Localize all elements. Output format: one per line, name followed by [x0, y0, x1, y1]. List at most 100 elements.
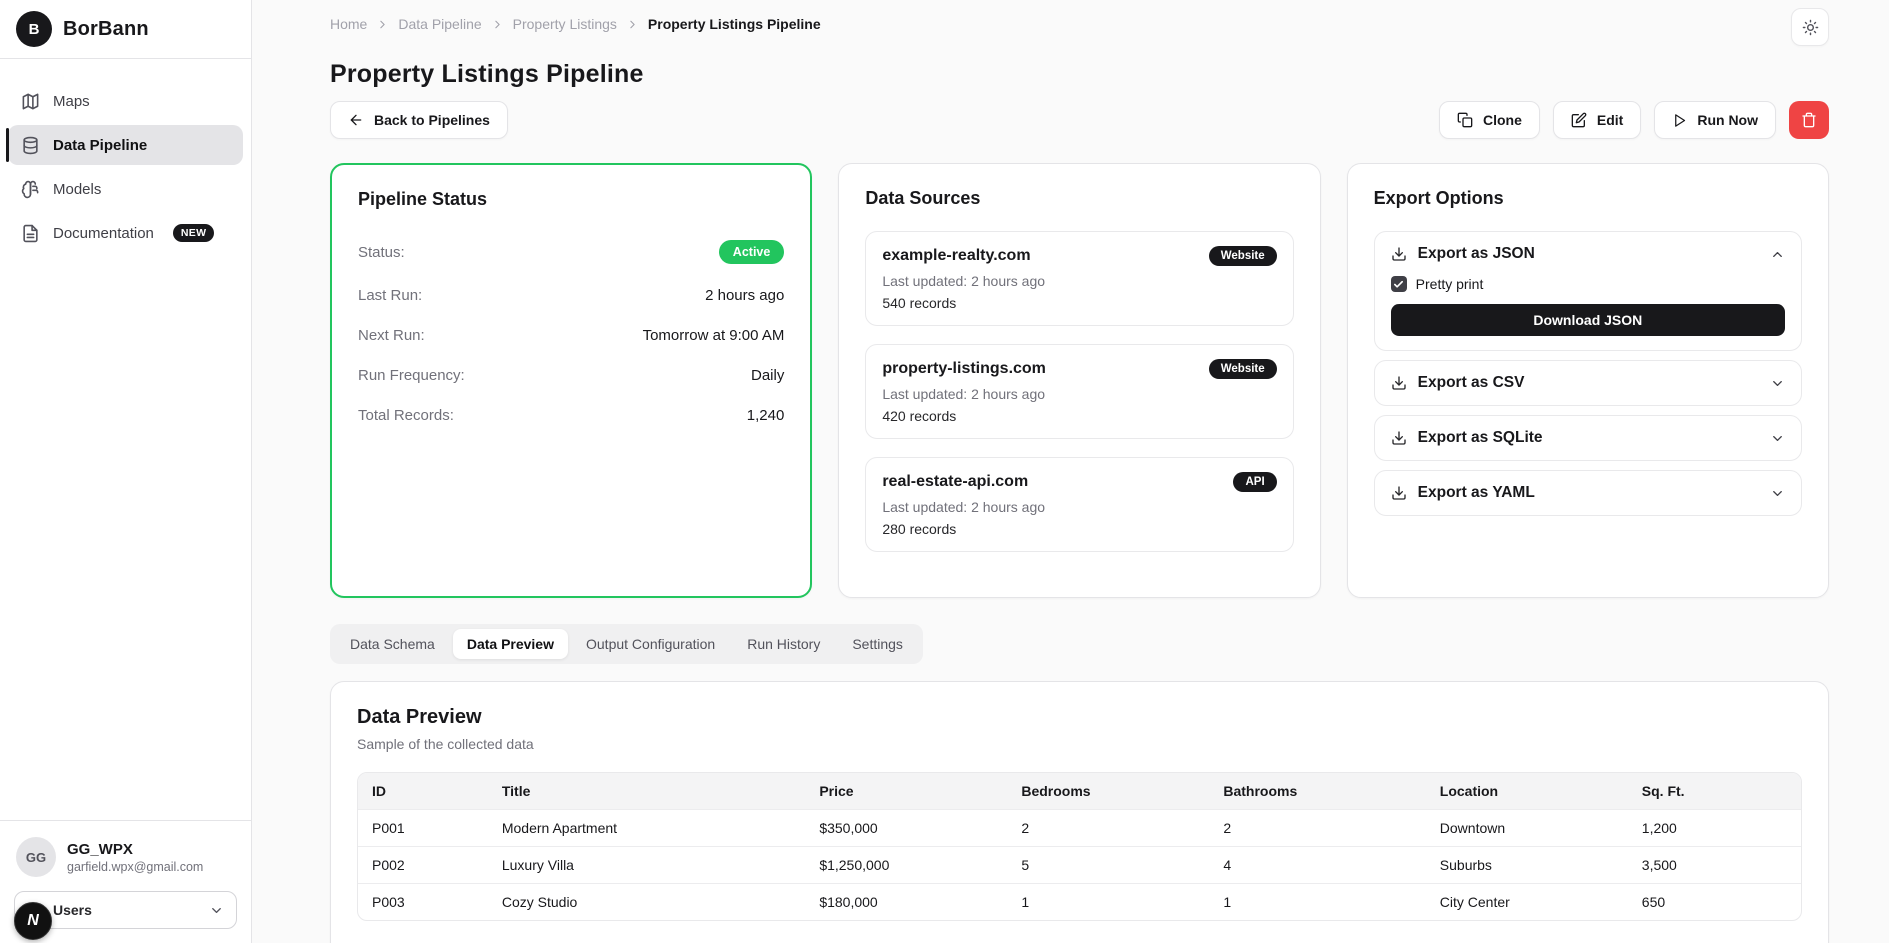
- data-preview-title: Data Preview: [357, 706, 1802, 729]
- export-sqlite-accordion: Export as SQLite: [1374, 415, 1802, 461]
- database-icon: [21, 136, 40, 155]
- actions-row: Back to Pipelines Clone Edit Run Now: [330, 101, 1829, 139]
- tab-run-history[interactable]: Run History: [733, 629, 834, 659]
- table-header-row: ID Title Price Bedrooms Bathrooms Locati…: [358, 773, 1801, 810]
- source-records: 280 records: [882, 521, 1276, 537]
- user-email: garfield.wpx@gmail.com: [67, 860, 203, 874]
- brand-icon: B: [16, 11, 52, 47]
- source-item: real-estate-api.com API Last updated: 2 …: [865, 457, 1293, 552]
- summary-cards-row: Pipeline Status Status: Active Last Run:…: [330, 163, 1829, 598]
- col-header-id: ID: [358, 773, 488, 810]
- col-header-location: Location: [1426, 773, 1628, 810]
- export-csv-header[interactable]: Export as CSV: [1375, 361, 1801, 405]
- checkbox-checked-icon[interactable]: [1391, 276, 1407, 292]
- sidebar-item-data-pipeline[interactable]: Data Pipeline: [8, 125, 243, 165]
- map-icon: [21, 92, 40, 111]
- export-csv-label: Export as CSV: [1418, 374, 1525, 392]
- cell-title: Luxury Villa: [488, 847, 805, 884]
- tab-data-schema[interactable]: Data Schema: [336, 629, 449, 659]
- cell-id: P002: [358, 847, 488, 884]
- clone-button-label: Clone: [1483, 112, 1522, 128]
- tab-data-preview[interactable]: Data Preview: [453, 629, 568, 659]
- delete-button[interactable]: [1789, 101, 1829, 139]
- download-json-button[interactable]: Download JSON: [1391, 304, 1785, 336]
- export-sqlite-header[interactable]: Export as SQLite: [1375, 416, 1801, 460]
- sidebar-item-label: Documentation: [53, 225, 154, 242]
- cell-sqft: 1,200: [1628, 810, 1801, 847]
- breadcrumb-home[interactable]: Home: [330, 16, 367, 32]
- pipeline-tabs: Data Schema Data Preview Output Configur…: [330, 624, 923, 664]
- cell-bathrooms: 2: [1209, 810, 1425, 847]
- sidebar-nav: Maps Data Pipeline Models Documentation …: [0, 59, 251, 253]
- trash-icon: [1801, 112, 1817, 128]
- breadcrumb: Home Data Pipeline Property Listings Pro…: [330, 16, 821, 32]
- sidebar: B BorBann Maps Data Pipeline Models Do: [0, 0, 252, 943]
- data-sources-title: Data Sources: [865, 188, 1293, 209]
- cell-location: City Center: [1426, 884, 1628, 921]
- edit-button-label: Edit: [1597, 112, 1623, 128]
- cell-title: Modern Apartment: [488, 810, 805, 847]
- export-yaml-accordion: Export as YAML: [1374, 470, 1802, 516]
- status-label: Next Run:: [358, 327, 425, 344]
- users-select-label: Users: [53, 902, 92, 918]
- source-records: 540 records: [882, 295, 1276, 311]
- status-value: 2 hours ago: [705, 287, 784, 304]
- sidebar-item-documentation[interactable]: Documentation NEW: [8, 213, 243, 253]
- cell-sqft: 650: [1628, 884, 1801, 921]
- avatar: GG: [16, 837, 56, 877]
- theme-toggle-button[interactable]: [1791, 8, 1829, 46]
- source-item: property-listings.com Website Last updat…: [865, 344, 1293, 439]
- export-list: Export as JSON Pretty print Download J: [1374, 231, 1802, 516]
- play-icon: [1672, 113, 1687, 128]
- download-icon: [1391, 246, 1407, 262]
- source-name: property-listings.com: [882, 360, 1046, 378]
- tab-settings[interactable]: Settings: [838, 629, 917, 659]
- run-now-button-label: Run Now: [1697, 112, 1758, 128]
- source-type-badge: API: [1233, 472, 1276, 492]
- status-label: Total Records:: [358, 407, 454, 424]
- back-to-pipelines-button[interactable]: Back to Pipelines: [330, 101, 508, 139]
- brand-logo[interactable]: B BorBann: [0, 0, 251, 59]
- cell-title: Cozy Studio: [488, 884, 805, 921]
- source-name: real-estate-api.com: [882, 473, 1028, 491]
- source-updated: Last updated: 2 hours ago: [882, 499, 1276, 515]
- export-csv-accordion: Export as CSV: [1374, 360, 1802, 406]
- copy-icon: [1457, 112, 1473, 128]
- breadcrumb-property-listings[interactable]: Property Listings: [513, 16, 617, 32]
- sidebar-item-maps[interactable]: Maps: [8, 81, 243, 121]
- edit-icon: [1571, 112, 1587, 128]
- source-updated: Last updated: 2 hours ago: [882, 386, 1276, 402]
- clone-button[interactable]: Clone: [1439, 101, 1540, 139]
- col-header-bedrooms: Bedrooms: [1007, 773, 1209, 810]
- status-rows: Status: Active Last Run: 2 hours ago Nex…: [358, 240, 784, 424]
- chevron-right-icon: [491, 18, 504, 31]
- run-now-button[interactable]: Run Now: [1654, 101, 1776, 139]
- export-json-header[interactable]: Export as JSON: [1375, 232, 1801, 276]
- data-preview-card: Data Preview Sample of the collected dat…: [330, 681, 1829, 943]
- source-list: example-realty.com Website Last updated:…: [865, 231, 1293, 552]
- brand-name: BorBann: [63, 18, 149, 41]
- source-type-badge: Website: [1209, 246, 1277, 266]
- edit-button[interactable]: Edit: [1553, 101, 1641, 139]
- cell-bedrooms: 5: [1007, 847, 1209, 884]
- export-json-body: Pretty print Download JSON: [1375, 276, 1801, 350]
- chevron-down-icon: [1770, 376, 1785, 391]
- new-badge: NEW: [173, 224, 214, 242]
- tab-output-configuration[interactable]: Output Configuration: [572, 629, 729, 659]
- nextjs-devtools-button[interactable]: N: [14, 902, 52, 940]
- export-yaml-header[interactable]: Export as YAML: [1375, 471, 1801, 515]
- user-profile[interactable]: GG GG_WPX garfield.wpx@gmail.com: [14, 837, 237, 877]
- cell-id: P001: [358, 810, 488, 847]
- data-preview-subtitle: Sample of the collected data: [357, 736, 1802, 752]
- pretty-print-option[interactable]: Pretty print: [1391, 276, 1785, 292]
- cell-bedrooms: 1: [1007, 884, 1209, 921]
- cell-location: Suburbs: [1426, 847, 1628, 884]
- export-json-label: Export as JSON: [1418, 245, 1535, 263]
- breadcrumb-data-pipeline[interactable]: Data Pipeline: [398, 16, 481, 32]
- status-row: Total Records: 1,240: [358, 407, 784, 424]
- file-text-icon: [21, 224, 40, 243]
- table-row: P003 Cozy Studio $180,000 1 1 City Cente…: [358, 884, 1801, 921]
- export-yaml-label: Export as YAML: [1418, 484, 1535, 502]
- sidebar-item-models[interactable]: Models: [8, 169, 243, 209]
- status-label: Last Run:: [358, 287, 422, 304]
